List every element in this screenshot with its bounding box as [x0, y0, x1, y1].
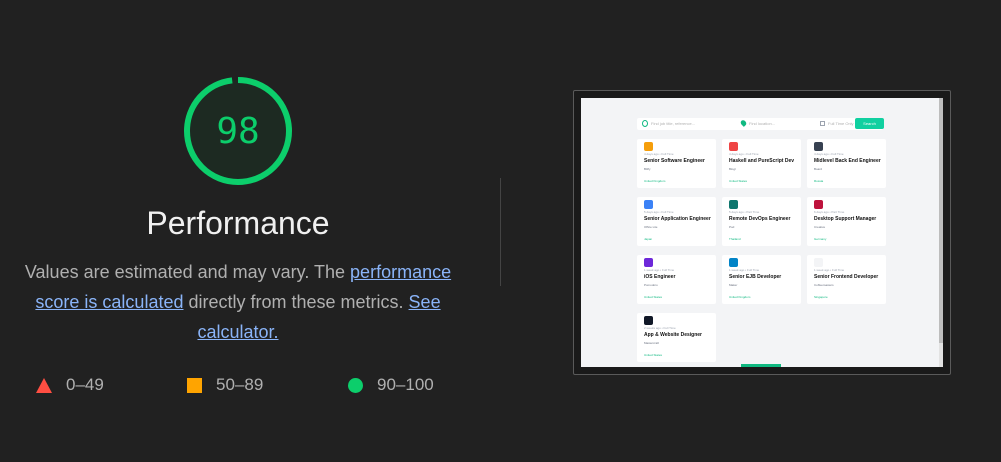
company-logo-icon [729, 258, 738, 267]
company-logo-icon [814, 142, 823, 151]
location-input: Find location... [749, 121, 776, 126]
scrollbar-thumb [939, 98, 943, 343]
job-meta: 5 days ago • Part Time [729, 210, 760, 214]
job-company: Pomodoro [644, 283, 658, 287]
company-logo-icon [814, 258, 823, 267]
legend-item-fail: 0–49 [36, 372, 104, 398]
job-company: Pod [729, 225, 735, 229]
company-logo-icon [644, 142, 653, 151]
job-card: 4 days ago • Full Time Senior Software En… [637, 139, 716, 188]
description-text-2: directly from these metrics. [183, 292, 409, 312]
job-card: 5 days ago • Part Time Remote DevOps Engi… [722, 197, 801, 246]
job-meta: 5 days ago • Full Time [644, 210, 674, 214]
company-logo-icon [729, 200, 738, 209]
job-company: Mastercraft [644, 341, 660, 345]
job-meta: 2 weeks ago • Full Time [644, 326, 676, 330]
company-logo-icon [644, 316, 653, 325]
job-meta: 1 week ago • Full Time [814, 268, 845, 272]
job-title: Senior Application Engineer [644, 216, 711, 222]
job-card: 4 days ago • Full Time Haskell and PureSc… [722, 139, 801, 188]
final-screenshot[interactable]: Find job title, reference... Find locati… [573, 90, 951, 375]
vertical-divider [500, 178, 501, 286]
job-company: Board [814, 167, 823, 171]
legend-item-average: 50–89 [187, 372, 263, 398]
job-location: United States [644, 353, 663, 357]
job-company: Coffeeroasters [814, 283, 834, 287]
job-card: 2 weeks ago • Full Time App & Website Des… [637, 313, 716, 362]
job-search-bar: Find job title, reference... Find locati… [637, 118, 883, 130]
full-time-checkbox [820, 121, 825, 126]
square-icon [187, 377, 202, 393]
gauge-title: Performance [146, 205, 330, 241]
score-legend: 0–49 50–89 90–100 [0, 372, 476, 398]
job-meta: 4 days ago • Full Time [729, 152, 759, 156]
job-title: App & Website Designer [644, 332, 702, 338]
job-location: Germany [814, 237, 827, 241]
company-logo-icon [729, 142, 738, 151]
job-card: 1 week ago • Full Time Senior EJB Develop… [722, 255, 801, 304]
job-card: 1 week ago • Full Time iOS Engineer Pomodo… [637, 255, 716, 304]
job-title: Senior EJB Developer [729, 274, 782, 280]
description-text: Values are estimated and may vary. The [24, 262, 351, 282]
score-description: Values are estimated and may vary. The p… [20, 257, 456, 347]
search-icon [642, 120, 648, 127]
legend-range: 90–100 [377, 375, 434, 394]
job-location: Thailand [729, 237, 741, 241]
company-logo-icon [644, 258, 653, 267]
job-company: Bitfly [644, 167, 651, 171]
job-location: United States [729, 179, 748, 183]
location-pin-icon [739, 119, 748, 127]
job-company: Blogr [729, 167, 737, 171]
job-card: 6 days ago • Part Time Desktop Support Ma… [807, 197, 886, 246]
job-title: Remote DevOps Engineer [729, 216, 791, 222]
search-button: Search [855, 118, 884, 129]
job-location: United Kingdom [644, 179, 666, 183]
job-location: Russia [814, 179, 824, 183]
job-meta: 1 week ago • Full Time [644, 268, 675, 272]
screenshot-page: Find job title, reference... Find locati… [581, 98, 943, 367]
job-meta: 6 days ago • Part Time [814, 210, 845, 214]
job-title: iOS Engineer [644, 274, 676, 280]
triangle-icon [36, 377, 52, 393]
job-location: Singapore [814, 295, 828, 299]
company-logo-icon [814, 200, 823, 209]
load-more-button [741, 364, 781, 367]
circle-icon [348, 377, 363, 393]
job-company: Maker [729, 283, 738, 287]
company-logo-icon [644, 200, 653, 209]
job-title: Midlevel Back End Engineer [814, 158, 881, 164]
job-location: Japan [644, 237, 653, 241]
job-card: 5 days ago • Full Time Senior Application… [637, 197, 716, 246]
job-title: Haskell and PureScript Dev [729, 158, 795, 164]
legend-range: 0–49 [66, 375, 104, 394]
job-meta: 1 week ago • Full Time [729, 268, 760, 272]
job-title: Desktop Support Manager [814, 216, 877, 222]
job-title: Senior Frontend Developer [814, 274, 879, 280]
job-location: United States [644, 295, 663, 299]
job-card: 4 days ago • Full Time Midlevel Back End … [807, 139, 886, 188]
performance-gauge: 98 [183, 76, 293, 186]
scrollbar [939, 98, 943, 367]
full-time-label: Full Time Only [828, 121, 854, 126]
job-company: Creative [814, 225, 826, 229]
legend-range: 50–89 [216, 375, 264, 394]
job-card: 1 week ago • Full Time Senior Frontend De… [807, 255, 886, 304]
job-location: United Kingdom [729, 295, 751, 299]
performance-score: 98 [216, 110, 260, 152]
job-meta: 4 days ago • Full Time [644, 152, 674, 156]
keyword-input: Find job title, reference... [651, 121, 696, 126]
job-company: Office Lite [644, 225, 658, 229]
legend-item-pass: 90–100 [348, 372, 434, 398]
job-meta: 4 days ago • Full Time [814, 152, 844, 156]
job-title: Senior Software Engineer [644, 158, 705, 164]
